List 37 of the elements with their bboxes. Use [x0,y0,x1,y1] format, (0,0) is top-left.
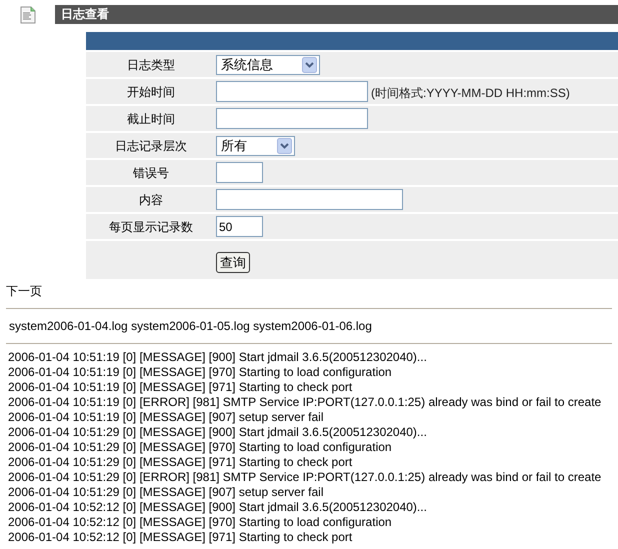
log-line: 2006-01-04 10:51:19 [0] [MESSAGE] [971] Starting to check port [8,380,352,394]
format-hint: (时间格式:YYYY-MM-DD HH:mm:SS) [371,84,570,102]
log-line: 2006-01-04 10:52:12 [0] [MESSAGE] [970] Starting to load configuration [8,515,392,529]
document-icon [20,6,36,24]
input-field[interactable] [216,81,368,102]
caret-icon [302,56,317,72]
log-line: 2006-01-04 10:51:19 [0] [MESSAGE] [900] Start jdmail 3.6.5(200512302040)... [8,350,427,364]
log-file-link[interactable]: system2006-01-06.log [253,319,372,333]
caret-icon [277,138,292,154]
query-button[interactable]: 查询 [216,252,250,273]
field-label: 截止时间 [127,112,175,126]
log-line: 2006-01-04 10:51:29 [0] [MESSAGE] [971] Starting to check port [8,455,352,469]
log-file-link[interactable]: system2006-01-04.log [9,319,128,333]
field-label: 开始时间 [127,85,175,99]
input-field[interactable] [216,189,403,210]
dropdown[interactable]: 所有 [216,136,295,156]
field-label: 内容 [139,193,163,207]
field-label: 日志记录层次 [115,139,187,153]
log-line: 2006-01-04 10:51:29 [0] [MESSAGE] [900] Start jdmail 3.6.5(200512302040)... [8,425,427,439]
log-line: 2006-01-04 10:51:29 [0] [ERROR] [981] SMTP Service IP:PORT(127.0.0.1:25) already was bind or fail to create [8,470,602,484]
dropdown[interactable]: 系统信息 [216,54,320,74]
log-line: 2006-01-04 10:51:19 [0] [MESSAGE] [907] setup server fail [8,410,324,424]
field-label: 日志类型 [127,58,175,72]
log-line: 2006-01-04 10:51:29 [0] [MESSAGE] [907] setup server fail [8,485,324,499]
field-label: 每页显示记录数 [109,220,193,234]
input-field[interactable] [216,108,368,129]
log-line: 2006-01-04 10:51:19 [0] [ERROR] [981] SMTP Service IP:PORT(127.0.0.1:25) already was bind or fail to create [8,395,602,409]
log-line: 2006-01-04 10:52:12 [0] [MESSAGE] [971] Starting to check port [8,530,352,544]
input-field[interactable]: 50 [216,216,263,237]
log-line: 2006-01-04 10:52:12 [0] [MESSAGE] [900] Start jdmail 3.6.5(200512302040)... [8,500,427,514]
input-field[interactable] [216,162,263,183]
page-title: 日志查看 [61,6,109,23]
next-page-link[interactable]: 下一页 [6,283,42,300]
log-file-link[interactable]: system2006-01-05.log [131,319,250,333]
field-label: 错误号 [133,166,169,180]
log-line: 2006-01-04 10:51:19 [0] [MESSAGE] [970] Starting to load configuration [8,365,392,379]
log-line: 2006-01-04 10:51:29 [0] [MESSAGE] [970] Starting to load configuration [8,440,392,454]
